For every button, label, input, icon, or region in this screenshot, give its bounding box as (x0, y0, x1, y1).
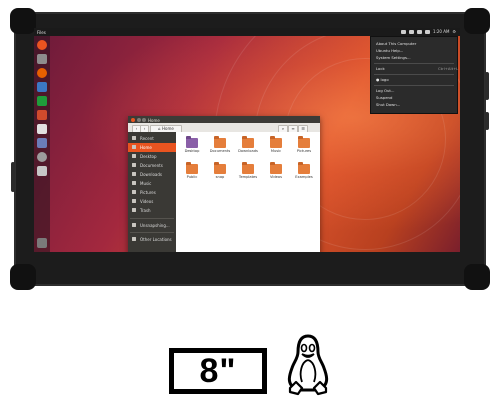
menu-item-lock[interactable]: Lock Ctrl+Alt+L (376, 66, 458, 71)
video-icon (132, 199, 136, 203)
side-button (485, 72, 489, 100)
menu-divider (374, 85, 454, 86)
active-app-name: Files (37, 29, 46, 35)
software-icon[interactable] (37, 124, 47, 134)
firefox-icon[interactable] (37, 68, 47, 78)
folder-icon (242, 162, 254, 174)
impress-icon[interactable] (37, 110, 47, 120)
folder-icon (186, 162, 198, 174)
menu-divider (374, 63, 454, 64)
trash-icon (132, 208, 136, 212)
network-icon[interactable] (400, 29, 406, 34)
desktop-screen: Files 1:20 AM ⚙ Home ‹ › ⌂ Home ⌕ ≡ ☰ Re… (34, 28, 460, 252)
calc-icon[interactable] (37, 96, 47, 106)
menu-item-about[interactable]: About This Computer (376, 41, 416, 46)
sidebar-item-recent[interactable]: Recent (128, 134, 176, 143)
places-sidebar: Recent Home Desktop Documents Downloads … (128, 132, 176, 252)
window-title: Home (148, 117, 160, 123)
picture-icon (132, 190, 136, 194)
keyboard-icon[interactable] (408, 29, 414, 34)
folder-icon (270, 162, 282, 174)
battery-icon[interactable] (416, 29, 422, 34)
corner-bumper (464, 264, 490, 290)
sidebar-item-documents[interactable]: Documents (128, 161, 176, 170)
top-panel: Files 1:20 AM ⚙ (34, 28, 460, 36)
home-icon (132, 145, 136, 149)
home-icon: ⌂ (158, 125, 161, 131)
corner-bumper (464, 8, 490, 34)
folder-icon (242, 136, 254, 148)
files-window: Home ‹ › ⌂ Home ⌕ ≡ ☰ Recent Home Deskto… (128, 116, 320, 252)
sidebar-item-videos[interactable]: Videos (128, 197, 176, 206)
sidebar-item-other-locations[interactable]: Other Locations (128, 235, 176, 244)
disk-icon[interactable] (37, 166, 47, 176)
file-view: Desktop Documents Downloads Music Pictur… (176, 132, 320, 252)
system-menu: About This Computer Ubuntu Help... Syste… (370, 36, 458, 114)
download-icon (132, 172, 136, 176)
minimize-icon[interactable] (136, 117, 141, 122)
folder-item[interactable]: Pictures (292, 136, 316, 160)
sidebar-item-drive[interactable]: Unsnapshing... (128, 221, 176, 230)
menu-item-logout[interactable]: Log Out... (376, 88, 395, 93)
files-icon[interactable] (37, 54, 47, 64)
folder-item[interactable]: Templates (236, 162, 260, 186)
maximize-icon[interactable] (142, 117, 146, 122)
screen-size-label: 8" (199, 351, 237, 390)
folder-item[interactable]: Public (180, 162, 204, 186)
sidebar-item-trash[interactable]: Trash (128, 206, 176, 215)
corner-bumper (10, 264, 36, 290)
user-icon: ● (376, 77, 380, 82)
sidebar-item-pictures[interactable]: Pictures (128, 188, 176, 197)
menu-item-user[interactable]: ● logo (376, 77, 389, 82)
desktop-icon (132, 154, 136, 158)
ubuntu-icon[interactable] (37, 40, 47, 50)
path-label: Home (162, 125, 174, 131)
folder-icon (270, 136, 282, 148)
folder-icon (214, 162, 226, 174)
volume-icon[interactable] (424, 29, 430, 34)
music-icon (132, 181, 136, 185)
menu-item-settings[interactable]: System Settings... (376, 55, 411, 60)
side-button (485, 112, 489, 130)
writer-icon[interactable] (37, 82, 47, 92)
folder-item[interactable]: Downloads (236, 136, 260, 160)
sidebar-item-desktop[interactable]: Desktop (128, 152, 176, 161)
help-icon[interactable] (37, 138, 47, 148)
window-titlebar[interactable]: Home (128, 116, 320, 123)
plus-icon (132, 237, 136, 241)
corner-bumper (10, 8, 36, 34)
document-icon (132, 163, 136, 167)
clock-icon (132, 136, 136, 140)
folder-icon (186, 136, 198, 148)
folder-icon (298, 136, 310, 148)
folder-icon (298, 162, 310, 174)
sidebar-item-downloads[interactable]: Downloads (128, 170, 176, 179)
linux-tux-icon (287, 334, 329, 396)
folder-icon (214, 136, 226, 148)
launcher (34, 36, 50, 252)
system-tray[interactable]: 1:20 AM ⚙ (400, 29, 456, 34)
clock[interactable]: 1:20 AM (433, 29, 449, 34)
folder-item[interactable]: Documents (208, 136, 232, 160)
side-button (11, 162, 15, 192)
trash-icon[interactable] (37, 238, 47, 248)
menu-item-help[interactable]: Ubuntu Help... (376, 48, 403, 53)
sidebar-divider (130, 218, 174, 219)
menu-item-shutdown[interactable]: Shut Down... (376, 102, 400, 107)
folder-item[interactable]: Videos (264, 162, 288, 186)
folder-item[interactable]: snap (208, 162, 232, 186)
folder-item[interactable]: Desktop (180, 136, 204, 160)
folder-item[interactable]: Music (264, 136, 288, 160)
folder-item[interactable]: Examples (292, 162, 316, 186)
sidebar-item-home[interactable]: Home (128, 143, 176, 152)
settings-icon[interactable] (37, 152, 47, 162)
screen-size-badge: 8" (169, 348, 267, 394)
menu-item-suspend[interactable]: Suspend (376, 95, 392, 100)
power-icon[interactable]: ⚙ (452, 29, 456, 34)
sidebar-divider (130, 232, 174, 233)
close-icon[interactable] (131, 117, 135, 122)
menu-divider (374, 74, 454, 75)
drive-icon (132, 223, 136, 227)
sidebar-item-music[interactable]: Music (128, 179, 176, 188)
